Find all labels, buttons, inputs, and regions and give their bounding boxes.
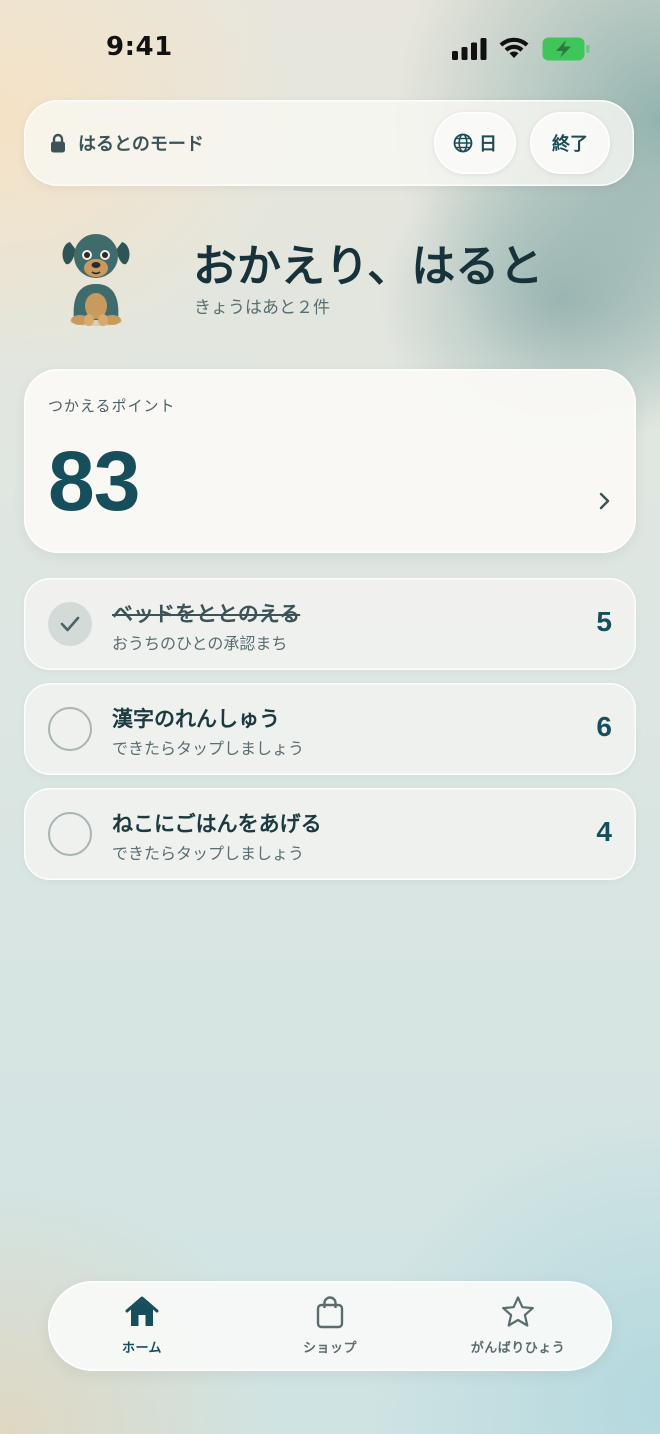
task-title: 漢字のれんしゅう [112, 707, 280, 731]
globe-icon [453, 133, 473, 153]
tab-bar: ホーム ショップ がんばりひょう [48, 1281, 612, 1371]
status-bar: 9:41 [0, 0, 660, 90]
language-button[interactable]: 日 [434, 112, 516, 174]
end-label: 終了 [552, 134, 588, 155]
task-item[interactable]: ベッドをととのえる おうちのひとの承認まち 5 [24, 578, 636, 670]
cellular-signal-icon [452, 38, 487, 60]
task-status: できたらタップしましょう [112, 739, 305, 758]
dog-mascot-icon [62, 234, 130, 326]
mode-bar: はるとのモード 日 終了 [24, 100, 634, 186]
points-card[interactable]: つかえるポイント 83 [24, 369, 636, 553]
points-label: つかえるポイント [48, 397, 176, 415]
task-points: 4 [596, 816, 612, 847]
task-points: 6 [596, 711, 612, 742]
mode-label: はるとのモード [78, 134, 204, 155]
lock-icon [51, 133, 65, 153]
greeting-title: おかえり、はると [193, 241, 544, 292]
task-item[interactable]: 漢字のれんしゅう できたらタップしましょう 6 [24, 683, 636, 775]
task-status: できたらタップしましょう [112, 844, 305, 863]
home-icon [125, 1296, 159, 1326]
remaining-tasks-text: きょうはあと２件 [194, 298, 330, 318]
checkmark-icon [60, 616, 80, 632]
language-label: 日 [479, 134, 497, 155]
task-title: ベッドをととのえる [112, 602, 301, 626]
task-checkbox-checked[interactable] [48, 602, 92, 646]
tab-achievements[interactable]: がんばりひょう [448, 1295, 588, 1356]
tab-label: がんばりひょう [470, 1341, 566, 1356]
tab-label: ホーム [121, 1341, 163, 1356]
chevron-right-icon [599, 492, 610, 510]
task-points: 5 [596, 606, 612, 637]
wifi-icon [499, 37, 529, 58]
tab-label: ショップ [302, 1341, 357, 1356]
tab-home[interactable]: ホーム [72, 1295, 212, 1356]
mode-indicator: はるとのモード [50, 130, 204, 156]
points-value: 83 [48, 434, 140, 528]
task-status: おうちのひとの承認まち [112, 634, 288, 653]
task-checkbox[interactable] [48, 812, 92, 856]
battery-charging-icon [542, 37, 590, 61]
end-button[interactable]: 終了 [530, 112, 610, 174]
shopping-bag-icon [316, 1296, 344, 1329]
task-item[interactable]: ねこにごはんをあげる できたらタップしましょう 4 [24, 788, 636, 880]
tab-shop[interactable]: ショップ [260, 1295, 400, 1356]
task-checkbox[interactable] [48, 707, 92, 751]
status-time: 9:41 [106, 32, 173, 62]
task-title: ねこにごはんをあげる [112, 812, 322, 836]
star-icon [502, 1296, 534, 1327]
